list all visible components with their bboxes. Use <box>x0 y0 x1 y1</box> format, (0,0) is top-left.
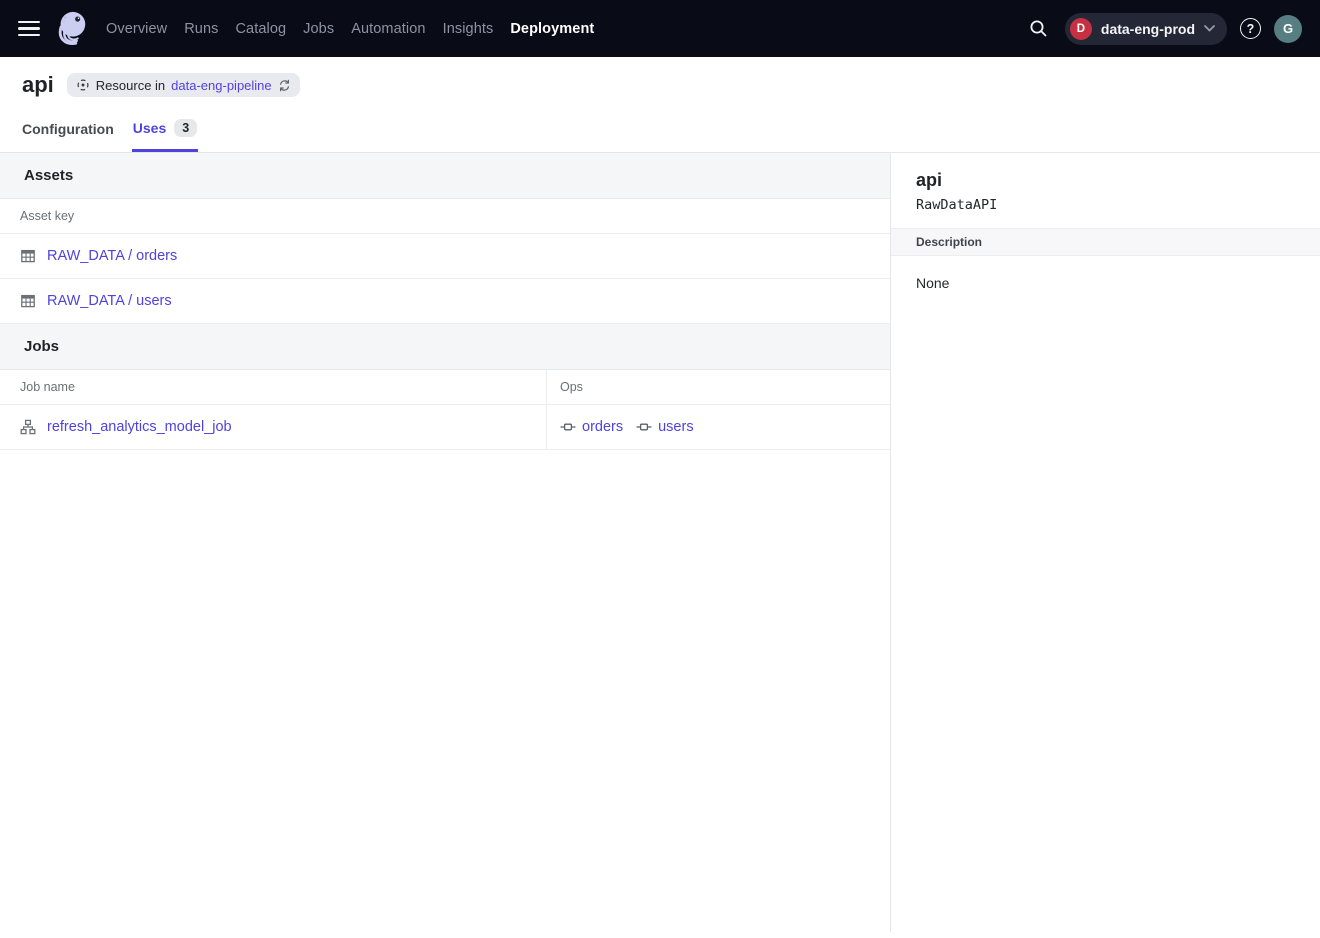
op-icon <box>560 419 576 435</box>
deployment-initial-badge: D <box>1070 18 1092 40</box>
uses-main-panel: Assets Asset key RAW_DATA / orders RAW_D… <box>0 153 890 932</box>
tab-bar: Configuration Uses 3 <box>0 115 1320 153</box>
resource-type-name: RawDataAPI <box>916 197 1295 213</box>
resource-icon <box>76 78 90 92</box>
menu-icon[interactable] <box>18 17 42 41</box>
code-location-link[interactable]: data-eng-pipeline <box>171 78 271 93</box>
panel-title: api <box>916 170 1295 191</box>
resource-detail-panel: api RawDataAPI Description None <box>890 153 1320 932</box>
table-row: RAW_DATA / users <box>0 279 890 324</box>
jobs-table: Job name Ops refresh_analytics_model_job <box>0 370 890 450</box>
asset-table-icon <box>20 248 36 264</box>
nav-item-insights[interactable]: Insights <box>443 21 494 37</box>
nav-item-overview[interactable]: Overview <box>106 21 167 37</box>
nav-item-deployment[interactable]: Deployment <box>510 21 594 37</box>
job-link[interactable]: refresh_analytics_model_job <box>47 419 232 435</box>
reload-icon[interactable] <box>278 79 291 92</box>
description-value: None <box>891 256 1320 310</box>
search-icon[interactable] <box>1026 16 1052 42</box>
user-avatar[interactable]: G <box>1274 15 1302 43</box>
chevron-down-icon <box>1204 25 1215 32</box>
asset-table-icon <box>20 293 36 309</box>
tab-configuration[interactable]: Configuration <box>21 117 115 152</box>
assets-column-header-row: Asset key <box>0 199 890 234</box>
asset-link[interactable]: RAW_DATA / orders <box>47 248 177 264</box>
op-link[interactable]: orders <box>582 419 623 435</box>
job-name-column-header: Job name <box>0 370 547 405</box>
page-title: api <box>22 72 54 98</box>
tab-uses-count-badge: 3 <box>174 119 197 137</box>
nav-item-runs[interactable]: Runs <box>184 21 218 37</box>
op-link[interactable]: users <box>658 419 693 435</box>
ops-column-header: Ops <box>547 370 890 405</box>
table-row: refresh_analytics_model_job <box>0 405 547 450</box>
op-icon <box>636 419 652 435</box>
job-ops-cell: orders users <box>547 405 890 450</box>
tab-configuration-label: Configuration <box>22 121 114 137</box>
deployment-switcher[interactable]: D data-eng-prod <box>1065 13 1227 45</box>
assets-section-header: Assets <box>0 153 890 199</box>
primary-nav: Overview Runs Catalog Jobs Automation In… <box>106 21 594 37</box>
table-row: RAW_DATA / orders <box>0 234 890 279</box>
job-sitemap-icon <box>20 419 36 435</box>
asset-key-column-header: Asset key <box>0 199 94 233</box>
asset-link[interactable]: RAW_DATA / users <box>47 293 172 309</box>
nav-item-catalog[interactable]: Catalog <box>235 21 286 37</box>
resource-location-badge: Resource in data-eng-pipeline <box>67 73 300 97</box>
page-header: api Resource in data-eng-pipeline <box>0 57 1320 98</box>
nav-item-automation[interactable]: Automation <box>351 21 425 37</box>
jobs-section-header: Jobs <box>0 324 890 370</box>
top-nav: Overview Runs Catalog Jobs Automation In… <box>0 0 1320 57</box>
resource-badge-text: Resource in <box>96 78 165 93</box>
dagster-logo-icon[interactable] <box>52 7 92 51</box>
deployment-name: data-eng-prod <box>1101 21 1195 37</box>
tab-uses[interactable]: Uses 3 <box>132 115 198 152</box>
description-section-header: Description <box>891 228 1320 256</box>
op-chip: orders <box>560 419 623 435</box>
help-icon[interactable]: ? <box>1240 18 1261 39</box>
tab-uses-label: Uses <box>133 120 166 136</box>
op-chip: users <box>636 419 693 435</box>
nav-item-jobs[interactable]: Jobs <box>303 21 334 37</box>
